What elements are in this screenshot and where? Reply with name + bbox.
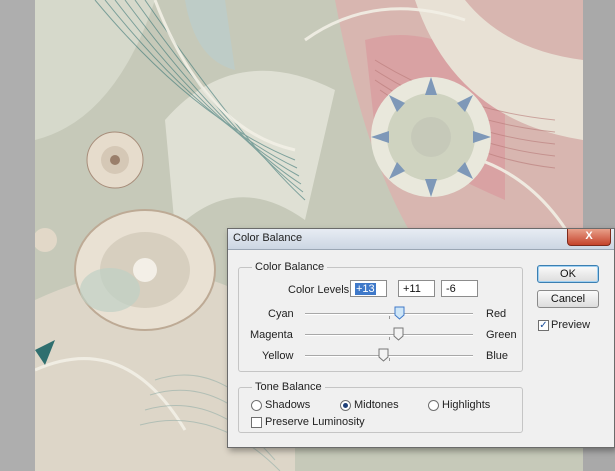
ok-button[interactable]: OK [537,265,599,283]
color-balance-dialog: Color Balance X Color Balance Color Leve… [227,228,615,448]
preview-checkbox[interactable]: ✓ [538,320,549,331]
preview-label: Preview [551,319,591,331]
shadows-radio[interactable] [251,400,262,411]
midtones-radio[interactable] [340,400,351,411]
slider-red-label: Red [486,308,507,320]
slider-cyan-label: Cyan [268,308,294,320]
highlights-label: Highlights [442,399,491,411]
checkmark-icon: ✓ [539,320,548,331]
slider-yellow-label: Yellow [262,350,294,362]
cancel-button[interactable]: Cancel [537,290,599,308]
preserve-luminosity-label: Preserve Luminosity [265,416,365,428]
color-levels-label: Color Levels: [288,284,353,296]
workspace-left [0,0,35,471]
color-level-field-1[interactable]: +13 [350,280,387,297]
color-level-field-2[interactable]: +11 [398,280,435,297]
large-rosette [74,209,216,331]
close-button[interactable]: X [567,229,611,246]
yellow-blue-slider-thumb[interactable] [378,348,389,362]
cyan-red-slider-track[interactable] [305,313,473,315]
color-level-value-1: +13 [355,283,376,295]
starburst-ornament [371,77,491,197]
slider-center-tick [389,337,390,340]
dialog-title: Color Balance [233,232,303,244]
slider-magenta-label: Magenta [250,329,293,341]
dialog-titlebar[interactable]: Color Balance X [228,229,614,250]
highlights-radio[interactable] [428,400,439,411]
preserve-luminosity-checkbox[interactable] [251,417,262,428]
tone-balance-group-label: Tone Balance [252,381,325,393]
magenta-green-slider-thumb[interactable] [393,327,404,341]
close-icon: X [585,230,593,242]
small-rosette [86,131,144,189]
midtones-label: Midtones [354,399,399,411]
cyan-red-slider-thumb[interactable] [394,306,405,320]
color-level-field-3[interactable]: -6 [441,280,478,297]
magenta-green-slider-track[interactable] [305,334,473,336]
color-balance-group-label: Color Balance [252,261,328,273]
slider-center-tick [389,316,390,319]
slider-green-label: Green [486,329,517,341]
slider-blue-label: Blue [486,350,509,362]
shadows-label: Shadows [265,399,311,411]
